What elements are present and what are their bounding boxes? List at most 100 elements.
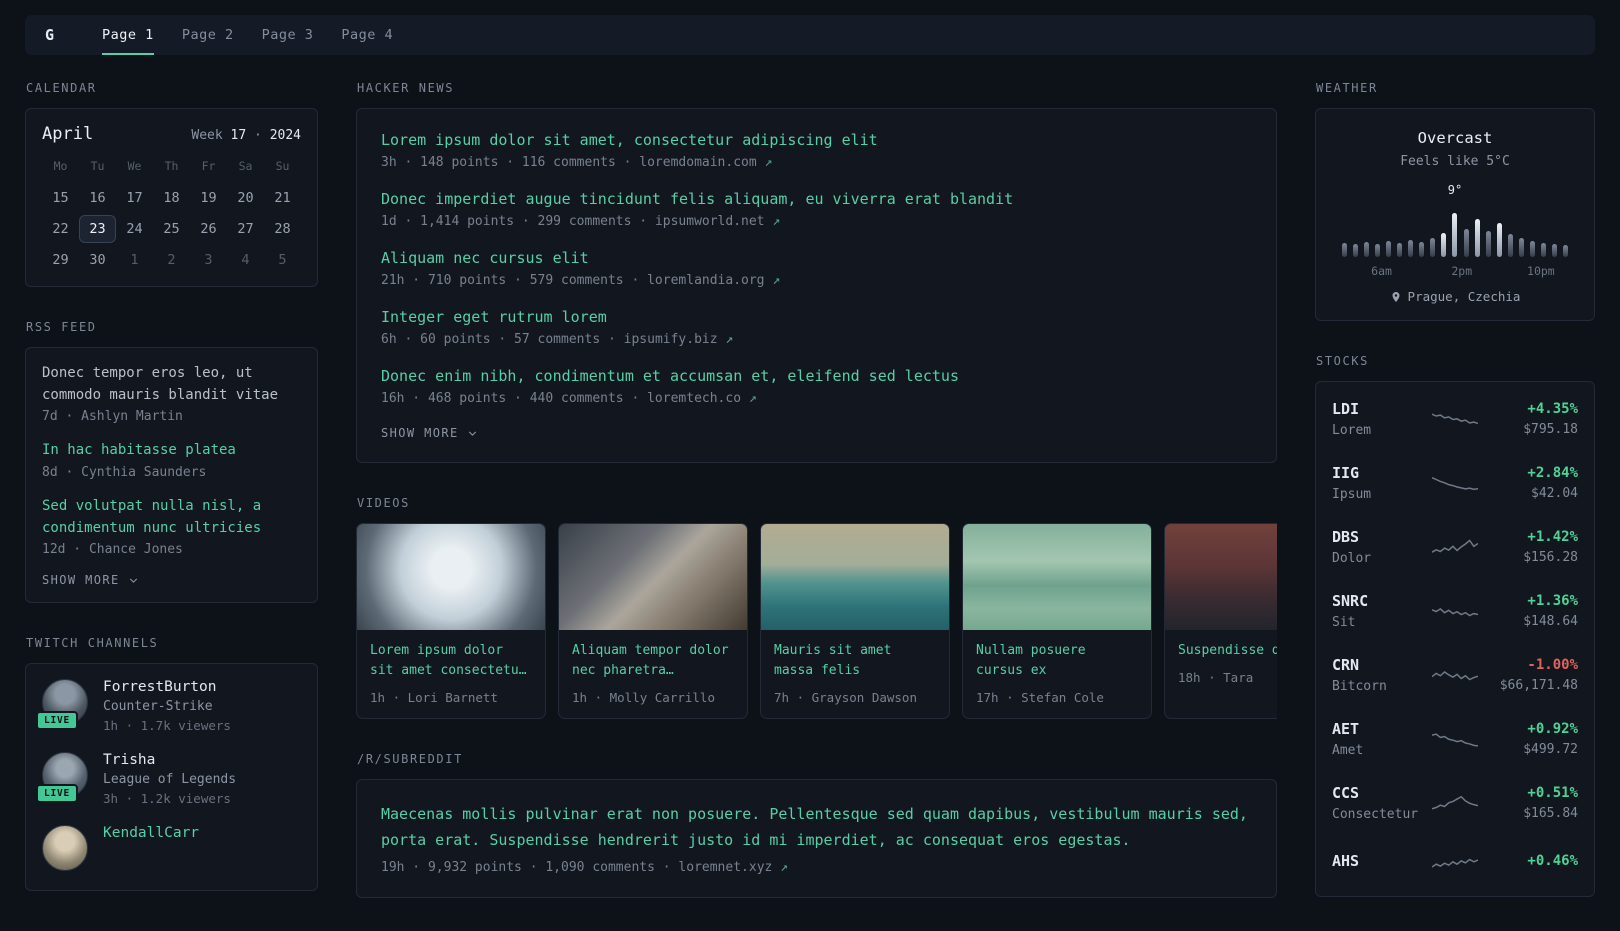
stock-change: -1.00% (1527, 657, 1578, 673)
tab-page-3[interactable]: Page 3 (262, 15, 314, 55)
live-badge: LIVE (36, 784, 79, 804)
calendar-day: 19 (200, 190, 217, 206)
twitch-channel-game: Counter-Strike (103, 699, 213, 715)
video-card[interactable]: Aliquam tempor dolor nec pharetra… 1h · … (558, 523, 748, 720)
video-card-body: Aliquam tempor dolor nec pharetra… 1h · … (559, 630, 747, 718)
video-card[interactable]: Nullam posuere cursus ex 17h · Stefan Co… (962, 523, 1152, 720)
stock-price: $148.64 (1523, 614, 1578, 629)
weather-bar (1529, 241, 1535, 257)
hackernews-item-domain[interactable]: ipsumworld.net (655, 214, 765, 229)
calendar-day: 18 (163, 190, 180, 206)
tab-page-1[interactable]: Page 1 (102, 15, 154, 55)
rss-section-title: RSS FEED (26, 320, 97, 334)
stock-values: +1.42% $156.28 (1486, 529, 1578, 565)
weather-section-title: WEATHER (1316, 81, 1378, 95)
calendar-day-name: We (127, 159, 142, 173)
videos-section-title: VIDEOS (357, 496, 410, 510)
calendar-month: April (42, 124, 94, 144)
twitch-channel-meta: 1h · 1.7k viewers (103, 718, 231, 734)
stock-sparkline (1424, 724, 1486, 754)
tab-page-4[interactable]: Page 4 (341, 15, 393, 55)
stock-sparkline (1424, 468, 1486, 498)
rss-show-more-button[interactable]: SHOW MORE (42, 573, 301, 587)
tab-page-2[interactable]: Page 2 (182, 15, 234, 55)
stock-row[interactable]: AET Amet +0.92% $499.72 (1332, 707, 1578, 771)
hackernews-show-more-button[interactable]: SHOW MORE (381, 426, 1252, 440)
rss-item-title[interactable]: In hac habitasse platea (42, 440, 301, 462)
stock-row[interactable]: CCS Consectetur +0.51% $165.84 (1332, 771, 1578, 835)
subreddit-post-title[interactable]: Maecenas mollis pulvinar erat non posuer… (381, 802, 1252, 853)
video-card[interactable]: Lorem ipsum dolor sit amet consectetu… 1… (356, 523, 546, 720)
calendar-day-name: Mo (53, 159, 68, 173)
hackernews-widget: HACKER NEWS Lorem ipsum dolor sit amet, … (356, 81, 1277, 463)
video-thumbnail[interactable] (1165, 524, 1277, 630)
hackernews-item-title[interactable]: Donec imperdiet augue tincidunt felis al… (381, 190, 1252, 208)
stock-row[interactable]: LDI Lorem +4.35% $795.18 (1332, 387, 1578, 451)
stock-row[interactable]: DBS Dolor +1.42% $156.28 (1332, 515, 1578, 579)
rss-item-title[interactable]: Donec tempor eros leo, ut commodo mauris… (42, 363, 301, 406)
hackernews-section-title: HACKER NEWS (357, 81, 455, 95)
hackernews-item-title[interactable]: Lorem ipsum dolor sit amet, consectetur … (381, 131, 1252, 149)
twitch-channel-name[interactable]: Trisha (103, 752, 236, 768)
stock-ident: LDI Lorem (1332, 400, 1424, 438)
video-thumbnail[interactable] (357, 524, 545, 630)
video-title[interactable]: Nullam posuere cursus ex (976, 641, 1138, 681)
twitch-panel: LIVE ForrestBurton Counter-Strike 1h · 1… (25, 663, 318, 892)
calendar-separator: · (254, 128, 262, 143)
rss-widget: RSS FEED Donec tempor eros leo, ut commo… (25, 320, 318, 604)
stock-row[interactable]: IIG Ipsum +2.84% $42.04 (1332, 451, 1578, 515)
stock-change: +4.35% (1527, 401, 1578, 417)
twitch-channel-row[interactable]: LIVE ForrestBurton Counter-Strike 1h · 1… (36, 679, 301, 734)
video-meta: 18h · Tara (1178, 670, 1254, 686)
video-meta: 1h · Lori Barnett (370, 690, 498, 706)
video-card-body: Lorem ipsum dolor sit amet consectetu… 1… (357, 630, 545, 718)
stock-sparkline (1424, 404, 1486, 434)
hackernews-item-domain[interactable]: loremdomain.com (639, 155, 756, 170)
twitch-channel-game: League of Legends (103, 772, 237, 788)
stocks-section-title: STOCKS (1316, 354, 1369, 368)
video-thumbnail[interactable] (761, 524, 949, 630)
video-card-body: Mauris sit amet massa felis 7h · Grayson… (761, 630, 949, 718)
stock-row[interactable]: AHS +0.46% (1332, 835, 1578, 891)
calendar-grid: Mo Tu We Th Fr Sa Su 15 16 17 18 19 20 2… (42, 159, 301, 274)
stock-ident: CCS Consectetur (1332, 784, 1424, 822)
external-link-icon: ↗ (725, 332, 734, 347)
calendar-widget: CALENDAR April Week 17 · 2024 Mo Tu We T… (25, 81, 318, 287)
video-card[interactable]: Mauris sit amet massa felis 7h · Grayson… (760, 523, 950, 720)
video-title[interactable]: Lorem ipsum dolor sit amet consectetu… (370, 641, 532, 681)
twitch-channel-row[interactable]: LIVE Trisha League of Legends 3h · 1.2k … (36, 752, 301, 806)
subreddit-post-domain[interactable]: loremnet.xyz (678, 860, 772, 875)
hackernews-item-domain[interactable]: loremlandia.org (647, 273, 764, 288)
twitch-section-title: TWITCH CHANNELS (26, 636, 159, 651)
rss-show-more-label: SHOW MORE (42, 573, 120, 588)
hackernews-item-title[interactable]: Aliquam nec cursus elit (381, 249, 1252, 267)
stock-row[interactable]: SNRC Sit +1.36% $148.64 (1332, 579, 1578, 643)
app-logo[interactable]: G (45, 26, 54, 44)
twitch-channel-name[interactable]: ForrestBurton (103, 679, 231, 695)
hackernews-item-title[interactable]: Integer eget rutrum lorem (381, 308, 1252, 326)
video-title[interactable]: Aliquam tempor dolor nec pharetra… (572, 641, 734, 681)
weather-bar (1419, 242, 1425, 257)
calendar-day: 4 (241, 252, 250, 268)
calendar-day: 5 (278, 252, 287, 268)
video-thumbnail[interactable] (963, 524, 1151, 630)
video-thumbnail[interactable] (559, 524, 747, 630)
weather-chart: 9° 6am 2pm 10pm (1342, 183, 1568, 279)
calendar-day: 3 (204, 252, 213, 268)
stock-change: +0.51% (1527, 785, 1578, 801)
rss-item-title[interactable]: Sed volutpat nulla nisl, a condimentum n… (42, 496, 301, 539)
video-title[interactable]: Mauris sit amet massa felis (774, 641, 936, 681)
video-card[interactable]: Suspendisse diam 18h · Tara (1164, 523, 1277, 720)
hackernews-item-domain[interactable]: ipsumify.biz (624, 332, 718, 347)
video-meta: 17h · Stefan Cole (976, 690, 1104, 706)
hackernews-item-domain[interactable]: loremtech.co (647, 391, 741, 406)
video-title[interactable]: Suspendisse diam (1178, 641, 1277, 661)
stock-name: Lorem (1332, 423, 1372, 438)
weather-bar (1518, 238, 1524, 257)
video-meta: 7h · Grayson Dawson (774, 690, 917, 706)
twitch-channel-name[interactable]: KendallCarr (103, 825, 199, 841)
twitch-channel-row[interactable]: KendallCarr (42, 825, 301, 872)
video-card-body: Nullam posuere cursus ex 17h · Stefan Co… (963, 630, 1151, 718)
hackernews-item-title[interactable]: Donec enim nibh, condimentum et accumsan… (381, 367, 1252, 385)
stock-row[interactable]: CRN Bitcorn -1.00% $66,171.48 (1332, 643, 1578, 707)
